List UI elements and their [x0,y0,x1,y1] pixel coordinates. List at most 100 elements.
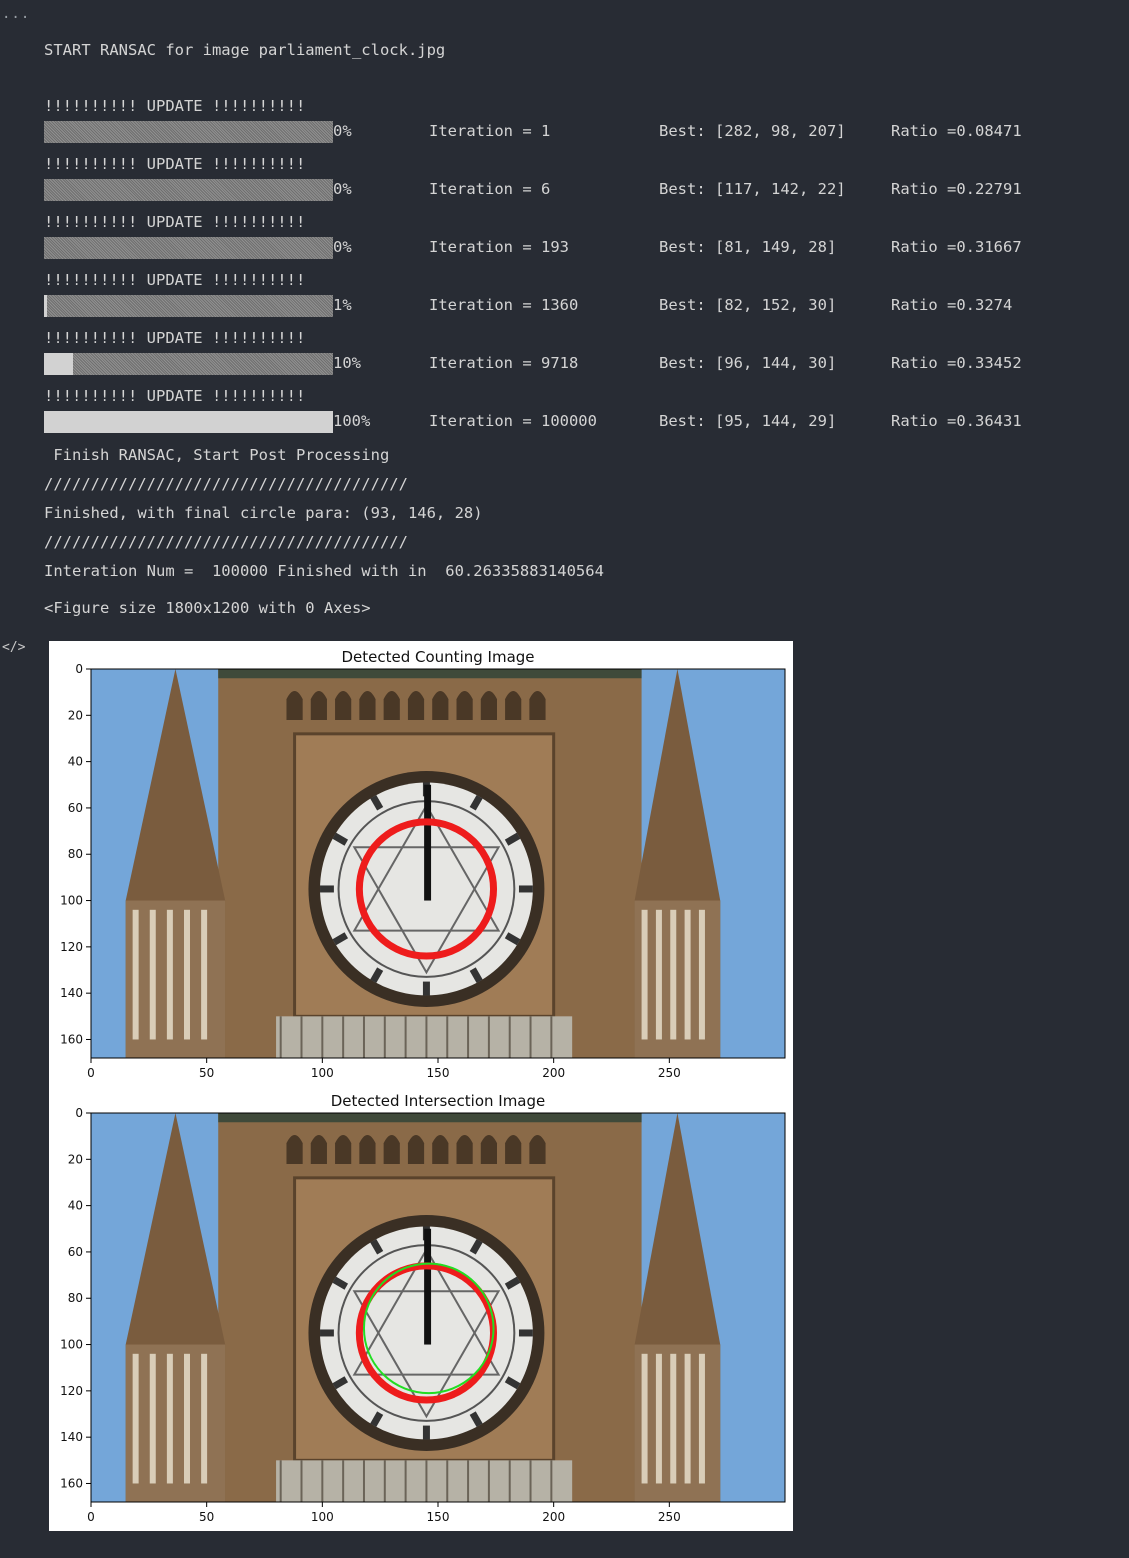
tower-arch [456,1134,473,1164]
progress-percent: 10% [333,354,361,372]
tower-arch [286,1134,303,1164]
progress-row: 1% Iteration = 1360 Best: [82, 152, 30] Rat… [44,295,1124,317]
update-banner: !!!!!!!!!! UPDATE !!!!!!!!!! [44,271,306,289]
y-tick-label: 40 [68,1199,83,1213]
tower-arch [529,1134,546,1164]
progress-percent: 0% [333,180,352,198]
spire-column [183,909,190,1040]
y-tick-label: 20 [68,1152,83,1166]
image-panel: Detected Counting Image 0 20 40 60 80 100 120 14… [60,648,786,1080]
tower-arch [335,690,352,720]
cell-collapse-ellipsis[interactable]: ... [2,6,30,22]
tower-arch [505,690,522,720]
inlier-ratio: Ratio =0.33452 [891,354,1022,372]
separator-line: /////////////////////////////////////// [44,475,408,493]
clock-tower-image [91,669,785,1058]
tower-arch [407,1134,425,1164]
clock-hand [424,784,432,901]
x-tick-label: 0 [87,1510,95,1524]
y-tick-label: 40 [68,755,83,769]
tower-arch [456,690,473,720]
tower-arch [335,1134,352,1164]
spire-column [201,909,208,1040]
tower-arch [505,1134,522,1164]
spire-column [655,1353,662,1484]
start-line: START RANSAC for image parliament_clock.… [44,41,446,59]
spire-column [670,1353,677,1484]
y-tick-label: 60 [68,801,83,815]
finish-line: Finish RANSAC, Start Post Processing [44,446,390,464]
spire-column [132,909,139,1040]
tower-arch [432,1134,449,1164]
y-tick-label: 160 [60,1032,83,1046]
code-toggle-icon[interactable]: </> [2,640,25,655]
tower-arch [407,690,425,720]
spire-column [684,909,691,1040]
progress-bar [44,237,333,259]
figure-size-line: <Figure size 1800x1200 with 0 Axes> [44,599,371,617]
tower-arch [432,690,449,720]
clock-tower-image [91,1113,785,1502]
inlier-ratio: Ratio =0.31667 [891,238,1022,256]
y-tick-label: 140 [60,986,83,1000]
x-tick-label: 50 [199,1510,214,1524]
x-tick-label: 150 [427,1066,450,1080]
iteration-count: Iteration = 1 [429,122,551,140]
tower-arch [359,1134,376,1164]
y-tick-label: 60 [68,1245,83,1259]
best-circle: Best: [282, 98, 207] [659,122,846,140]
spire-column [698,909,705,1040]
spire-column [698,1353,705,1484]
progress-bar-fill [44,411,333,433]
x-tick-label: 250 [658,1066,681,1080]
x-tick-label: 100 [311,1066,334,1080]
spire-column [641,909,648,1040]
progress-row: 0% Iteration = 1 Best: [282, 98, 207] Ratio… [44,121,1124,143]
y-tick-label: 80 [68,847,83,861]
best-circle: Best: [95, 144, 29] [659,412,837,430]
clock-hand [424,1228,432,1345]
progress-row: 0% Iteration = 6 Best: [117, 142, 22] Ratio… [44,179,1124,201]
progress-percent: 100% [333,412,371,430]
tower-arch [286,690,303,720]
iteration-count: Iteration = 1360 [429,296,579,314]
progress-row: 10% Iteration = 9718 Best: [96, 144, 30] Ra… [44,353,1124,375]
tower-arch [529,690,546,720]
best-circle: Best: [117, 142, 22] [659,180,846,198]
spire-base [125,900,226,1058]
progress-bar-fill [44,353,73,375]
inlier-ratio: Ratio =0.22791 [891,180,1022,198]
spire-column [684,1353,691,1484]
progress-bar [44,353,333,375]
best-circle: Best: [96, 144, 30] [659,354,837,372]
y-tick-label: 120 [60,1384,83,1398]
y-tick-label: 0 [75,1106,83,1120]
tower-arch [310,1134,327,1164]
update-banner: !!!!!!!!!! UPDATE !!!!!!!!!! [44,97,306,115]
spire-column [641,1353,648,1484]
lower-window [276,1016,573,1058]
matplotlib-figure: Detected Counting Image 0 20 40 60 80 100 120 14… [49,641,793,1531]
inlier-ratio: Ratio =0.36431 [891,412,1022,430]
x-tick-label: 150 [427,1510,450,1524]
progress-bar [44,121,333,143]
panel-title: Detected Counting Image [341,648,534,666]
best-circle: Best: [81, 149, 28] [659,238,837,256]
panel-title: Detected Intersection Image [331,1092,546,1110]
y-tick-label: 140 [60,1430,83,1444]
lower-window [276,1460,573,1502]
update-banner: !!!!!!!!!! UPDATE !!!!!!!!!! [44,213,306,231]
y-tick-label: 100 [60,894,83,908]
update-banner: !!!!!!!!!! UPDATE !!!!!!!!!! [44,387,306,405]
spire-base [125,1344,226,1502]
progress-row: 0% Iteration = 193 Best: [81, 149, 28] Rati… [44,237,1124,259]
tower-roof-strip [218,669,642,679]
progress-row: 100% Iteration = 100000 Best: [95, 144, 29… [44,411,1124,433]
iteration-count: Iteration = 100000 [429,412,597,430]
spire-column [149,1353,156,1484]
progress-bar [44,295,333,317]
spire-column [166,1353,173,1484]
separator-line: /////////////////////////////////////// [44,533,408,551]
spire-column [166,909,173,1040]
x-tick-label: 50 [199,1066,214,1080]
